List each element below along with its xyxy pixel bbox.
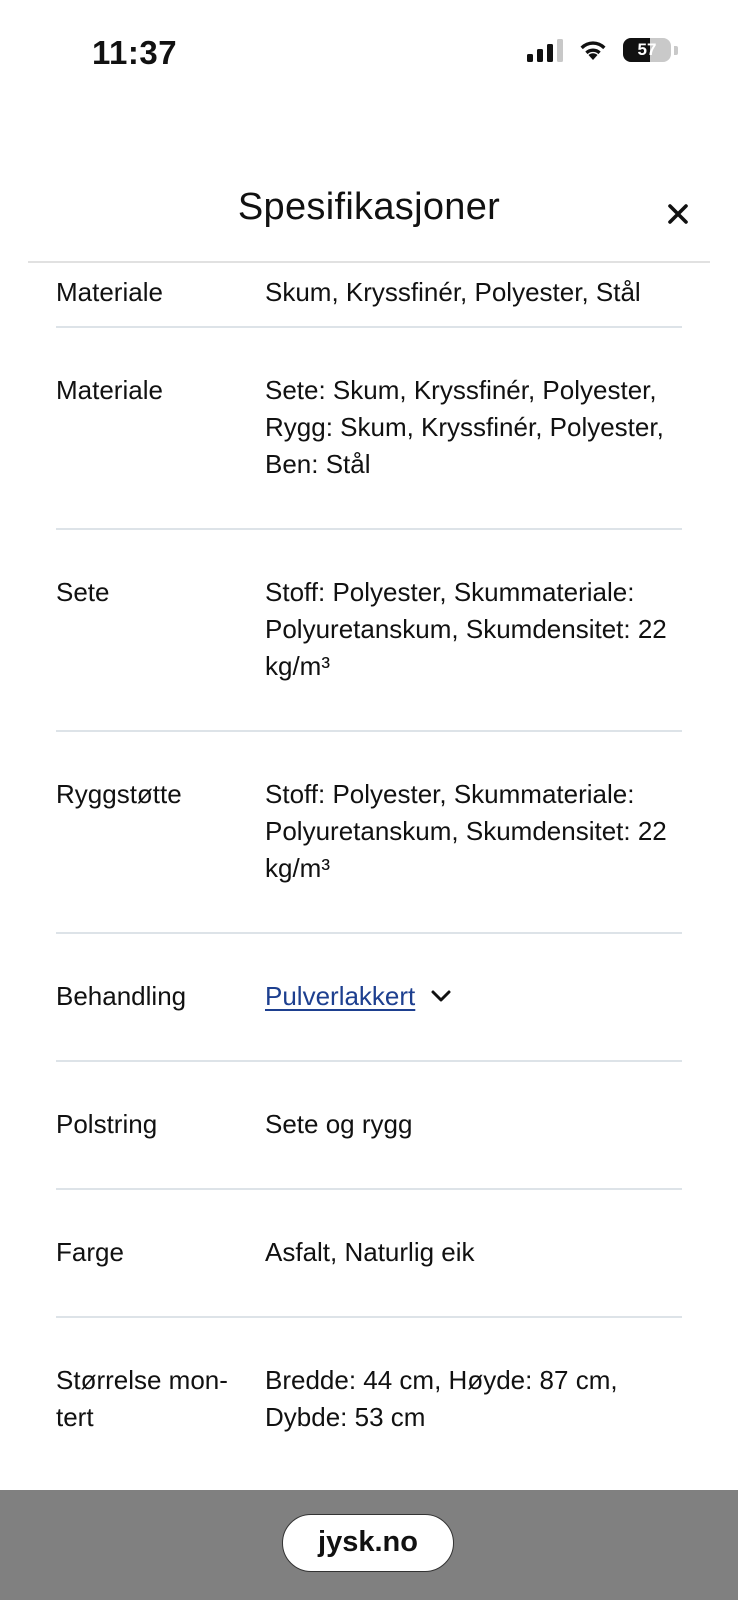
spec-value: Sete: Skum, Kryssfinér, Polyester, Rygg:… [265, 375, 664, 479]
spec-label: Behandling [56, 981, 187, 1011]
spec-value-behandling: Pulverlakkert [265, 978, 682, 1015]
browser-bottom-bar: jysk.no [0, 1490, 738, 1600]
page-title: Spesifikasjoner [237, 186, 501, 228]
behandling-link[interactable]: Pulverlakkert [265, 981, 415, 1011]
spec-label: Ryggstøtte [56, 779, 182, 809]
url-button[interactable]: jysk.no [282, 1514, 454, 1572]
spec-value: Skum, Kryssfinér, Polyester, Stål [265, 277, 641, 307]
status-icons: 57 [527, 38, 678, 62]
wifi-icon [580, 41, 606, 60]
chevron-down-icon[interactable] [429, 988, 453, 1004]
battery-level: 57 [637, 40, 657, 59]
spec-label: Størrelse mon-tert [56, 1365, 228, 1432]
status-bar: 11:37 57 [0, 0, 738, 110]
spec-label: Materiale [56, 277, 163, 307]
spec-value: Stoff: Polyester, Skummateriale: Polyure… [265, 577, 667, 681]
spec-row-storrelse: Størrelse mon-tert Bredde: 44 cm, Høyde:… [56, 1318, 682, 1490]
spec-row-ryggstotte: Ryggstøtte Stoff: Polyester, Skummateria… [56, 732, 682, 934]
spec-row-polstring: Polstring Sete og rygg [56, 1062, 682, 1190]
spec-value: Stoff: Polyester, Skummateriale: Polyure… [265, 779, 667, 883]
spec-row-behandling: Behandling Pulverlakkert [56, 934, 682, 1062]
spec-value: Bredde: 44 cm, Høyde: 87 cm, Dybde: 53 c… [265, 1365, 618, 1432]
header-divider [28, 261, 710, 263]
battery-cap [674, 45, 678, 55]
spec-value: Asfalt, Naturlig eik [265, 1237, 475, 1267]
spec-row-materiale-detail: Materiale Sete: Skum, Kryssfinér, Polyes… [56, 328, 682, 530]
close-button[interactable] [660, 196, 696, 232]
sheet-header: Spesifikasjoner [0, 160, 738, 260]
battery-icon: 57 [623, 38, 671, 62]
spec-row-materiale: Materiale Skum, Kryssfinér, Polyester, S… [56, 264, 682, 328]
spec-row-farge: Farge Asfalt, Naturlig eik [56, 1190, 682, 1318]
spec-label: Materiale [56, 375, 163, 405]
spec-label: Farge [56, 1237, 124, 1267]
status-time: 11:37 [92, 34, 178, 71]
spec-row-sete: Sete Stoff: Polyester, Skummateriale: Po… [56, 530, 682, 732]
spec-label: Sete [56, 577, 110, 607]
spec-value: Sete og rygg [265, 1109, 413, 1139]
cellular-signal-icon [527, 38, 563, 62]
specifications-list: Materiale Skum, Kryssfinér, Polyester, S… [56, 264, 682, 1490]
spec-label: Polstring [56, 1109, 158, 1139]
close-icon [668, 204, 688, 224]
